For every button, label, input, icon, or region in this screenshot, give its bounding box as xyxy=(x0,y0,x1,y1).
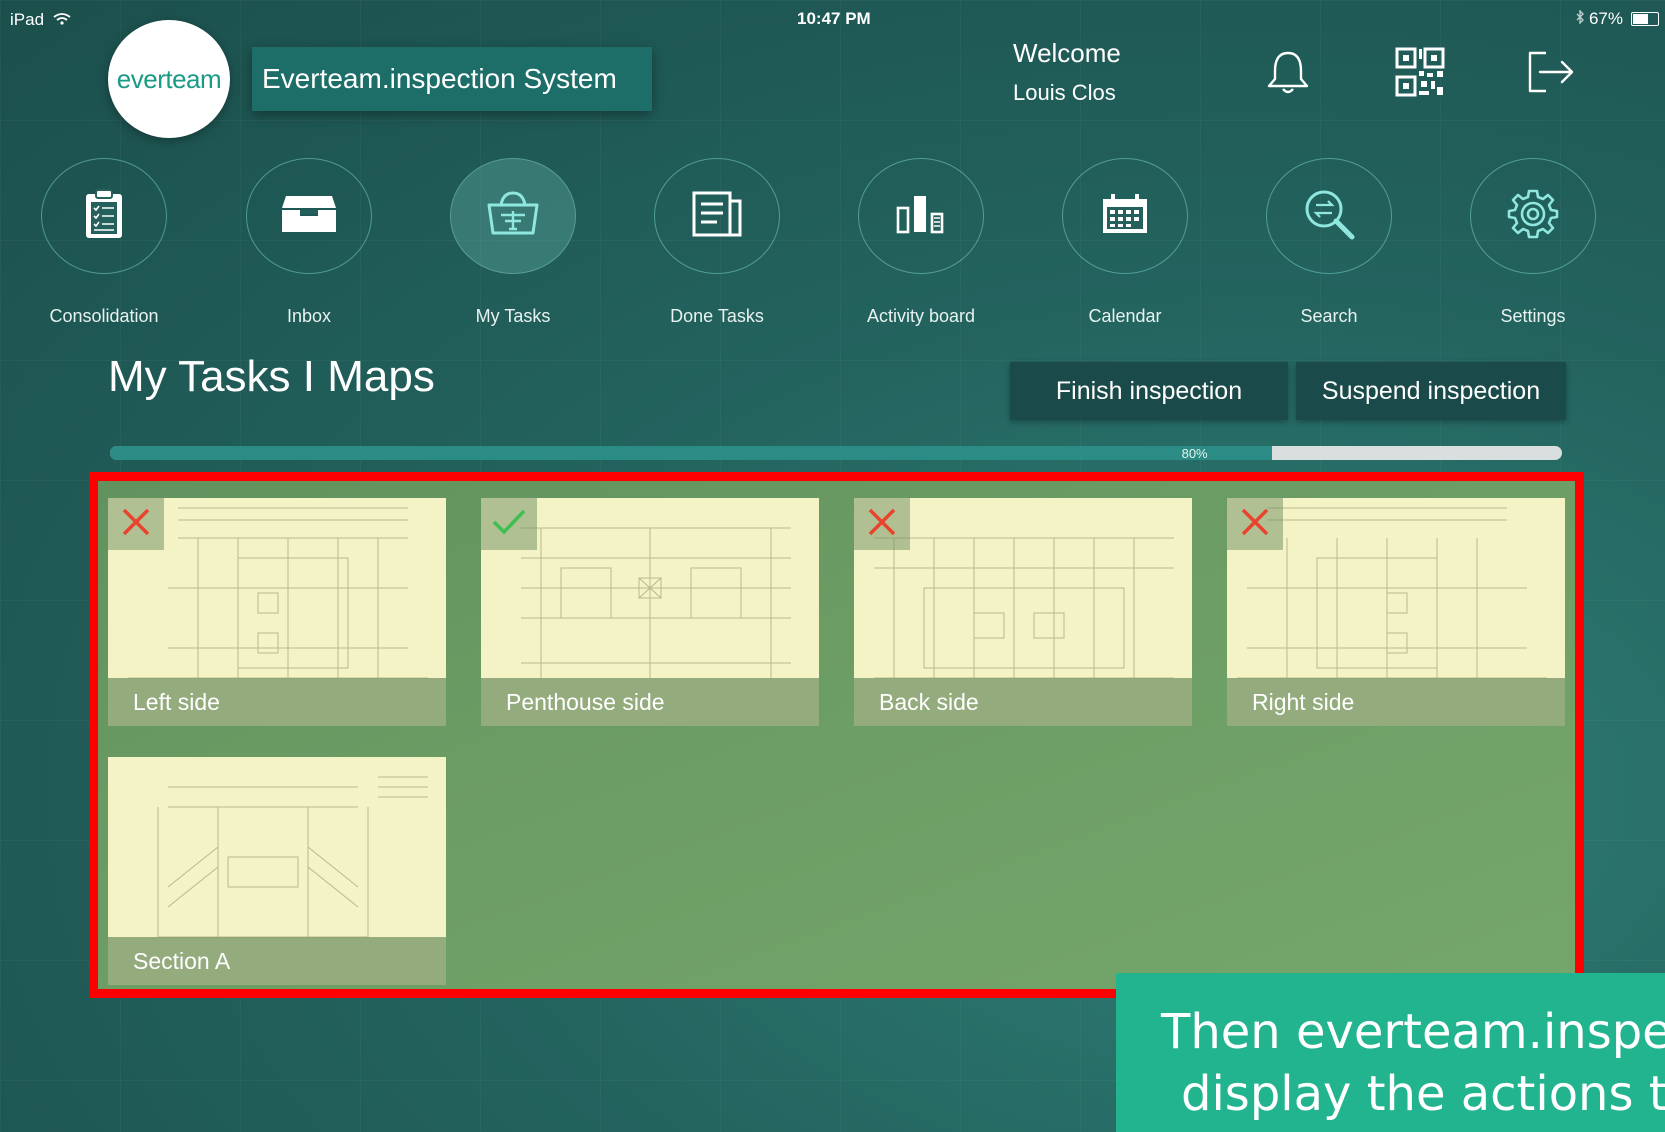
finish-inspection-button[interactable]: Finish inspection xyxy=(1010,362,1288,420)
map-card-penthouse-side[interactable]: Penthouse side xyxy=(481,498,819,726)
nav-label-consolidation: Consolidation xyxy=(49,306,159,326)
rejected-mark xyxy=(108,498,164,550)
check-icon xyxy=(491,507,527,542)
close-icon xyxy=(120,506,152,543)
nav-circle xyxy=(654,158,780,274)
nav-circle xyxy=(1470,158,1596,274)
nav-label-calendar: Calendar xyxy=(1088,306,1162,326)
close-icon xyxy=(866,506,898,543)
map-card-left-side[interactable]: Left side xyxy=(108,498,446,726)
progress-fill xyxy=(110,446,1272,460)
nav-circle xyxy=(450,158,576,274)
map-card-label: Right side xyxy=(1227,678,1565,726)
basket-icon xyxy=(483,189,543,244)
close-icon xyxy=(1239,506,1271,543)
device-label: iPad xyxy=(10,10,45,29)
suspend-inspection-button[interactable]: Suspend inspection xyxy=(1296,362,1566,420)
map-card-section-a[interactable]: Section A xyxy=(108,757,446,985)
document-icon xyxy=(692,191,742,242)
app-title-text: Everteam.inspection System xyxy=(262,63,617,94)
nav-circle xyxy=(858,158,984,274)
battery-icon xyxy=(1631,12,1659,26)
inbox-tray-icon xyxy=(280,194,338,239)
nav-label-settings: Settings xyxy=(1500,306,1566,326)
progress-label: 80% xyxy=(1181,446,1208,461)
search-icon xyxy=(1302,187,1356,246)
bar-chart-icon xyxy=(896,194,946,239)
bluetooth-icon xyxy=(1575,9,1585,29)
callout-line-2: display the actions tak xyxy=(1181,1066,1665,1122)
nav-settings[interactable]: Settings xyxy=(1433,158,1633,327)
logo-text: everteam xyxy=(116,63,222,94)
gear-icon xyxy=(1507,188,1559,245)
logout-icon[interactable] xyxy=(1520,42,1580,102)
nav-circle xyxy=(246,158,372,274)
nav-circle xyxy=(41,158,167,274)
nav-label-activity-board: Activity board xyxy=(866,306,976,326)
progress-bar xyxy=(110,446,1562,460)
status-bar: iPad 10:47 PM 67% xyxy=(0,0,1665,38)
nav-consolidation[interactable]: Consolidation xyxy=(4,158,204,327)
username: Louis Clos xyxy=(1013,80,1116,105)
nav-circle xyxy=(1266,158,1392,274)
map-card-label: Section A xyxy=(108,937,446,985)
nav-label-done-tasks: Done Tasks xyxy=(670,306,764,326)
nav-circle xyxy=(1062,158,1188,274)
map-card-label: Left side xyxy=(108,678,446,726)
tutorial-callout: Then everteam.inspect display the action… xyxy=(1116,973,1665,1132)
nav-inbox[interactable]: Inbox xyxy=(209,158,409,327)
maps-highlight-area: Left side Penthouse side Back side Right… xyxy=(89,472,1584,998)
status-time: 10:47 PM xyxy=(797,9,871,28)
calendar-icon xyxy=(1101,193,1149,240)
bell-icon[interactable] xyxy=(1258,42,1318,102)
nav-label-search: Search xyxy=(1300,306,1358,326)
map-card-right-side[interactable]: Right side xyxy=(1227,498,1565,726)
nav-my-tasks[interactable]: My Tasks xyxy=(413,158,613,327)
page-title: My Tasks I Maps xyxy=(108,352,435,401)
map-card-label: Back side xyxy=(854,678,1192,726)
nav-search[interactable]: Search xyxy=(1229,158,1429,327)
battery-percent: 67% xyxy=(1588,9,1623,28)
welcome-text: Welcome xyxy=(1013,38,1121,68)
qr-code-icon[interactable] xyxy=(1390,42,1450,102)
wifi-icon xyxy=(49,10,71,29)
status-device: iPad xyxy=(10,10,71,30)
clipboard-icon xyxy=(83,188,125,245)
status-right: 67% xyxy=(1575,9,1659,29)
nav-calendar[interactable]: Calendar xyxy=(1025,158,1225,327)
map-card-back-side[interactable]: Back side xyxy=(854,498,1192,726)
nav-activity-board[interactable]: Activity board xyxy=(821,158,1021,327)
rejected-mark xyxy=(1227,498,1283,550)
suspend-inspection-label: Suspend inspection xyxy=(1321,376,1541,405)
nav-label-my-tasks: My Tasks xyxy=(475,306,551,326)
map-card-label: Penthouse side xyxy=(481,678,819,726)
callout-line-1: Then everteam.inspect xyxy=(1161,1004,1665,1060)
finish-inspection-label: Finish inspection xyxy=(1055,376,1243,405)
logo: everteam xyxy=(108,20,230,138)
app-title: Everteam.inspection System xyxy=(252,47,652,111)
done-mark xyxy=(481,498,537,550)
rejected-mark xyxy=(854,498,910,550)
nav-label-inbox: Inbox xyxy=(286,306,332,326)
battery-level xyxy=(1633,14,1648,24)
nav-done-tasks[interactable]: Done Tasks xyxy=(617,158,817,327)
